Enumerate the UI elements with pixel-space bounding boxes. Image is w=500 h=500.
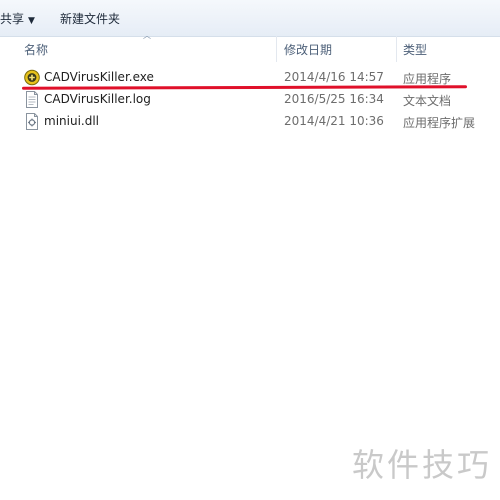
column-divider[interactable]: [276, 36, 277, 62]
file-date: 2014/4/16 14:57: [284, 70, 384, 84]
column-header-row: 名称 修改日期 类型: [0, 36, 500, 62]
exe-app-icon: [24, 69, 40, 86]
column-header-name[interactable]: 名称: [24, 41, 48, 58]
file-name: CADVirusKiller.log: [44, 92, 151, 106]
command-bar: 共享 ▼ 新建文件夹: [0, 0, 500, 37]
share-button[interactable]: 共享 ▼: [0, 10, 35, 27]
share-label: 共享: [0, 12, 25, 26]
column-divider[interactable]: [396, 36, 397, 62]
file-row[interactable]: miniui.dll 2014/4/21 10:36 应用程序扩展: [0, 111, 500, 133]
chevron-down-icon: ▼: [28, 16, 35, 26]
file-date: 2014/4/21 10:36: [284, 114, 384, 128]
new-folder-button[interactable]: 新建文件夹: [60, 10, 120, 27]
file-date: 2016/5/25 16:34: [284, 92, 384, 106]
file-name: miniui.dll: [44, 114, 100, 128]
file-name: CADVirusKiller.exe: [44, 70, 154, 84]
file-type: 应用程序扩展: [403, 116, 476, 130]
column-header-type[interactable]: 类型: [403, 41, 427, 58]
file-type: 文本文档: [403, 94, 452, 108]
watermark-text: 软件技巧: [351, 446, 492, 484]
dll-file-icon: [24, 113, 40, 130]
column-header-date[interactable]: 修改日期: [284, 41, 332, 58]
text-file-icon: [24, 91, 40, 108]
file-row[interactable]: CADVirusKiller.log 2016/5/25 16:34 文本文档: [0, 89, 500, 111]
